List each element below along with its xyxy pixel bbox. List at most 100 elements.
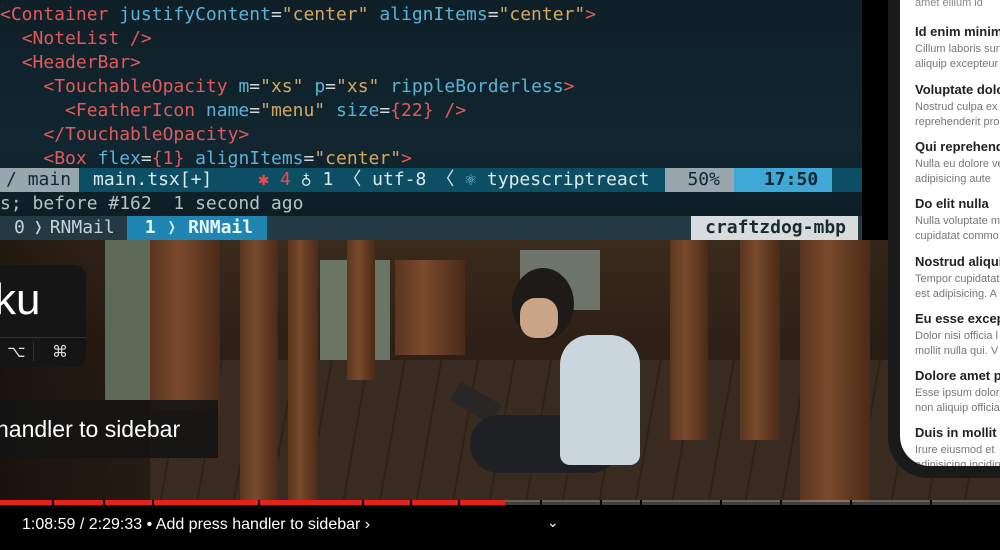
wooden-cabinet: [395, 260, 465, 355]
wooden-pillar: [150, 240, 220, 410]
code-token: {22}: [390, 100, 434, 121]
code-token: <Container: [0, 4, 109, 25]
code-line-1: <Container justifyContent="center" align…: [0, 4, 597, 25]
react-icon: ⚛: [465, 169, 487, 190]
note-title: Voluptate dolo: [915, 82, 1000, 97]
code-token: <HeaderBar>: [21, 52, 141, 73]
code-token: <TouchableOpacity: [43, 76, 228, 97]
keyboard-shortcut-card: ku ⌥ ⌘: [0, 265, 86, 367]
chapter-tooltip: handler to sidebar: [0, 400, 218, 458]
tmux-window-name: RNMail: [188, 217, 254, 238]
note-item[interactable]: Duis in mollit i Irure eiusmod et adipis…: [915, 425, 1000, 466]
note-preview: Irure eiusmod et: [915, 444, 995, 456]
filetype: 〈 ⚛ typescriptreact: [426, 168, 649, 192]
phone-mockup: amet ellium id Id enim minim Cillum labo…: [888, 0, 1000, 478]
lightbulb-icon: ♁: [300, 169, 323, 190]
chevron-right-icon[interactable]: ›: [365, 516, 370, 533]
code-token: "menu": [260, 100, 326, 121]
note-preview: reprehenderit pro: [915, 116, 1000, 128]
code-token: size: [336, 100, 380, 121]
error-count: ✱ 4: [222, 168, 291, 192]
chapter-title-button[interactable]: Add press handler to sidebar: [156, 516, 361, 533]
shortcut-keys: ⌥ ⌘: [0, 337, 86, 367]
code-token: />: [444, 100, 467, 121]
code-token: >: [585, 4, 597, 25]
chapter-tooltip-text: handler to sidebar: [0, 416, 181, 442]
command-key-icon: ⌘: [52, 342, 68, 361]
warning-count: ♁ 1: [291, 168, 334, 192]
note-item[interactable]: Nostrud aliqui Tempor cupidatat est adip…: [915, 254, 1000, 302]
note-title: Do elit nulla: [915, 196, 989, 211]
note-item[interactable]: Eu esse excep Dolor nisi officia l molli…: [915, 311, 1000, 359]
encoding-value: utf-8: [372, 169, 427, 190]
note-preview: non aliquip officia: [915, 402, 1000, 414]
separator-icon: ❭: [155, 217, 189, 238]
code-token: alignItems: [379, 4, 488, 25]
duration: 2:29:33: [88, 516, 143, 533]
separator-icon: 〈: [436, 169, 466, 190]
code-token: name: [205, 100, 250, 121]
note-fragment: amet ellium id: [915, 0, 983, 9]
code-token: {1}: [151, 148, 185, 169]
note-preview: Dolor nisi officia l: [915, 330, 998, 342]
code-token: <NoteList />: [21, 28, 152, 49]
error-count-value: 4: [279, 169, 291, 190]
tmux-window-name[interactable]: RNMail: [44, 216, 127, 240]
tmux-window-index[interactable]: 0: [0, 216, 33, 240]
note-preview: adipisicing aute: [915, 173, 991, 185]
code-token: justifyContent: [119, 4, 271, 25]
code-token: rippleBorderless: [390, 76, 564, 97]
tmux-active-window[interactable]: 1 ❭ RNMail: [126, 216, 268, 240]
note-title: Nostrud aliqui: [915, 254, 1000, 269]
code-token: "center": [314, 148, 402, 169]
note-item[interactable]: Qui reprehend Nulla eu dolore ve adipisi…: [915, 139, 1000, 187]
note-item[interactable]: Do elit nulla Nulla voluptate m cupidata…: [915, 196, 1000, 244]
note-title: Dolore amet p: [915, 368, 1000, 383]
bug-icon: ✱: [258, 169, 280, 190]
vim-statusline: / main main.tsx[+] ✱ 4 ♁ 1 〈 utf-8 〈 ⚛ t…: [0, 168, 862, 192]
code-token: "center": [498, 4, 586, 25]
volume-icon[interactable]: ): [0, 518, 1, 535]
bullet-separator: •: [146, 516, 153, 533]
code-line-4: <TouchableOpacity m="xs" p="xs" rippleBo…: [43, 76, 575, 97]
option-key-icon: ⌥: [0, 342, 34, 361]
terminal-window: <Container justifyContent="center" align…: [0, 0, 862, 240]
note-preview: Nulla voluptate m: [915, 215, 1000, 227]
tmux-status-bar: 0 ❭ RNMail 1 ❭ RNMail craftzdog-mbp: [0, 216, 862, 240]
wooden-pillar: [347, 240, 375, 380]
person-body: [560, 335, 640, 465]
code-token: <FeatherIcon: [65, 100, 196, 121]
separator-icon: 〈: [343, 169, 373, 190]
person-face: [520, 298, 558, 338]
note-preview: Tempor cupidatat: [915, 273, 1000, 285]
code-token: "xs": [336, 76, 380, 97]
note-preview: est adipisicing. A: [915, 288, 997, 300]
branch-name: main: [27, 169, 72, 190]
note-preview: adipisicing incidin: [915, 459, 1000, 466]
current-time: 1:08:59: [22, 516, 76, 533]
note-title: Id enim minim: [915, 24, 1000, 39]
wooden-pillar: [240, 240, 278, 500]
note-item[interactable]: Id enim minim Cillum laboris sunt aliqui…: [915, 24, 1000, 72]
file-name: main.tsx[+]: [93, 169, 213, 190]
code-line-6: </TouchableOpacity>: [0, 123, 249, 147]
code-token: >: [563, 76, 575, 97]
code-token: >: [401, 148, 412, 169]
player-controls: ) 1:08:59 / 2:29:33 • Add press handler …: [0, 505, 1000, 550]
warning-count-value: 1: [322, 169, 334, 190]
code-token: </TouchableOpacity>: [43, 124, 250, 145]
note-preview: Nulla eu dolore ve: [915, 158, 1000, 170]
wooden-pillar: [288, 240, 318, 500]
shortcut-text: ku: [0, 275, 41, 324]
code-token: <Box: [43, 148, 87, 169]
code-line-3: <HeaderBar>: [0, 51, 141, 75]
chevron-down-icon[interactable]: ⌄: [547, 514, 559, 531]
note-title: Qui reprehend: [915, 139, 1000, 154]
note-preview: cupidatat commo: [915, 230, 999, 242]
clock-time: 17:50: [733, 168, 833, 192]
note-item[interactable]: Dolore amet p Esse ipsum dolor non aliqu…: [915, 368, 1000, 416]
phone-screen: amet ellium id Id enim minim Cillum labo…: [900, 0, 1000, 466]
filetype-value: typescriptreact: [486, 169, 650, 190]
note-item[interactable]: Voluptate dolo Nostrud culpa ex reprehen…: [915, 82, 1000, 130]
note-preview: mollit nulla qui. V: [915, 345, 999, 357]
